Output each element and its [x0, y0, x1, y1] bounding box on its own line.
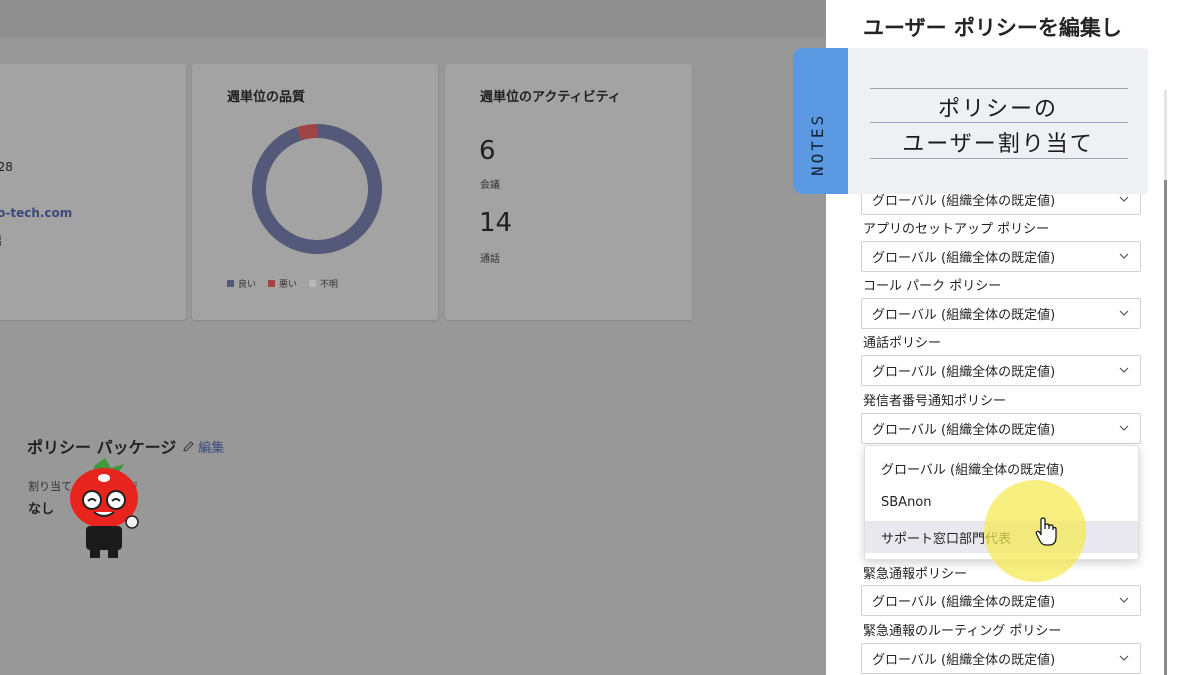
legend-label-bad: 悪い [279, 280, 298, 290]
chevron-down-icon [1119, 367, 1129, 373]
donut-slice-good [252, 124, 383, 255]
user-info-id: 028 [0, 160, 13, 174]
quality-legend: 良い 悪い 不明 [227, 277, 338, 290]
emergency-routing-policy-select[interactable]: グローバル (組織全体の既定値) [861, 643, 1141, 674]
select-value: グローバル (組織全体の既定値) [872, 423, 1056, 438]
legend-swatch-good [227, 280, 234, 287]
chevron-down-icon [1119, 597, 1129, 603]
policy-package-heading: ポリシー パッケージ 編集 [27, 434, 224, 458]
tomato-mascot-image [70, 458, 139, 558]
background-app: 028 co-tech.com 態 週単位の品質 良い 悪い 不明 週単位のアク… [0, 0, 826, 675]
notes-tab-label: NOTES [808, 112, 827, 176]
emergency-routing-policy-label: 緊急通報のルーティング ポリシー [863, 624, 1062, 639]
legend-swatch-bad [268, 280, 276, 287]
select-value: グローバル (組織全体の既定値) [872, 251, 1056, 266]
legend-label-good: 良い [238, 280, 257, 290]
quality-donut-chart [252, 124, 383, 255]
policy-edit-link[interactable]: 編集 [182, 437, 224, 456]
notes-rule-line [870, 158, 1128, 159]
select-value: グローバル (組織全体の既定値) [872, 653, 1056, 668]
notes-card: ポリシーの ユーザー割り当て [848, 48, 1148, 194]
quality-card-title: 週単位の品質 [227, 90, 306, 105]
hand-pointer-icon [1035, 517, 1057, 546]
weekly-activity-card: 週単位のアクティビティ 6 会議 14 通話 [445, 64, 692, 320]
caller-id-policy-label: 発信者番号通知ポリシー [863, 394, 1007, 409]
option-label: グローバル (組織全体の既定値) [881, 462, 1065, 478]
top-bar [0, 0, 826, 38]
policy-assigned-value: なし [28, 502, 55, 517]
option-label: SBAnon [881, 494, 932, 510]
calls-label: 通話 [480, 254, 500, 265]
dropdown-option-global[interactable]: グローバル (組織全体の既定値) [865, 452, 1138, 484]
calling-policy-label: 通話ポリシー [863, 336, 942, 351]
edit-label: 編集 [198, 440, 225, 456]
chevron-down-icon [1119, 655, 1129, 661]
select-value: グローバル (組織全体の既定値) [872, 595, 1056, 610]
calling-policy-select[interactable]: グローバル (組織全体の既定値) [861, 355, 1141, 386]
select-value: グローバル (組織全体の既定値) [872, 365, 1056, 380]
legend-item-good: 良い [227, 277, 256, 290]
chevron-up-icon [1119, 425, 1129, 431]
policy-package-title: ポリシー パッケージ [27, 438, 177, 457]
weekly-quality-card: 週単位の品質 良い 悪い 不明 [192, 64, 438, 320]
caller-id-policy-select[interactable]: グローバル (組織全体の既定値) [861, 413, 1141, 444]
notes-rule-line [870, 88, 1128, 89]
legend-item-bad: 悪い [268, 277, 297, 290]
app-setup-policy-label: アプリのセットアップ ポリシー [863, 222, 1050, 237]
user-info-card: 028 co-tech.com 態 [0, 64, 186, 320]
activity-card-title: 週単位のアクティビティ [480, 90, 621, 105]
legend-label-unknown: 不明 [320, 280, 339, 290]
meetings-count: 6 [479, 136, 496, 166]
panel-scrollbar-thumb[interactable] [1164, 180, 1167, 675]
app-setup-policy-select[interactable]: グローバル (組織全体の既定値) [861, 241, 1141, 272]
notes-line-1: ポリシーの [937, 97, 1058, 122]
panel-title: ユーザー ポリシーを編集し [863, 16, 1122, 40]
calls-count: 14 [479, 208, 513, 238]
user-email-link[interactable]: co-tech.com [0, 206, 72, 220]
chevron-down-icon [1119, 253, 1129, 259]
user-status: 態 [0, 232, 2, 249]
notes-line-2: ユーザー割り当て [902, 132, 1094, 157]
select-value: グローバル (組織全体の既定値) [872, 308, 1056, 323]
legend-swatch-unknown [309, 280, 317, 287]
emergency-calling-policy-select[interactable]: グローバル (組織全体の既定値) [861, 585, 1141, 616]
call-park-policy-label: コール パーク ポリシー [863, 279, 1002, 294]
emergency-calling-policy-label: 緊急通報ポリシー [863, 567, 968, 582]
legend-item-unknown: 不明 [309, 277, 338, 290]
chevron-down-icon [1119, 310, 1129, 316]
call-park-policy-select[interactable]: グローバル (組織全体の既定値) [861, 298, 1141, 329]
chevron-down-icon [1119, 196, 1129, 202]
meetings-label: 会議 [480, 180, 500, 191]
pencil-icon [183, 440, 194, 452]
